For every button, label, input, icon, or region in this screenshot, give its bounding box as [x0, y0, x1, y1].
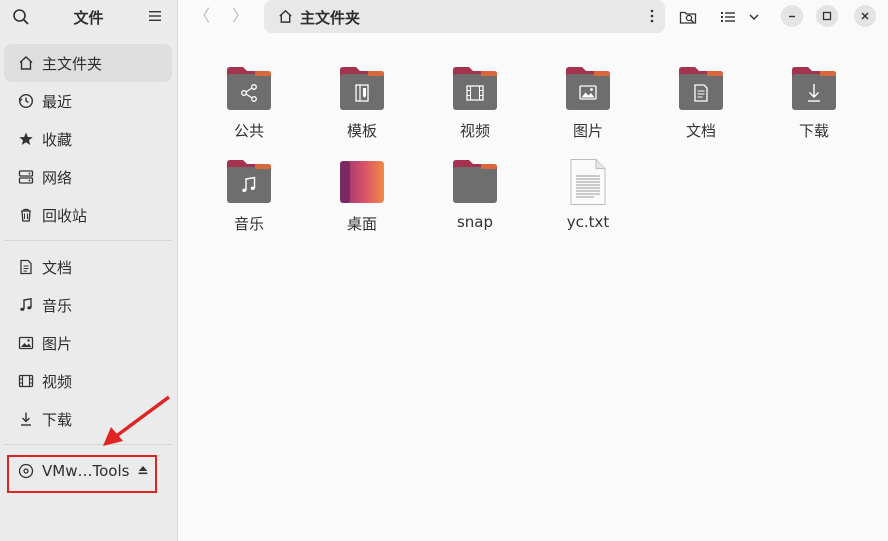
desktop-icon: [338, 159, 386, 205]
clock-icon: [18, 93, 34, 109]
sidebar-item-network[interactable]: 网络: [4, 158, 172, 196]
file-name: 桌面: [346, 215, 377, 233]
music-icon: [225, 159, 273, 205]
hamburger-menu-icon[interactable]: [148, 8, 162, 24]
star-icon: [18, 131, 34, 147]
sidebar-item-pictures[interactable]: 图片: [4, 324, 172, 362]
video-icon: [18, 373, 34, 389]
folder-desktop[interactable]: 桌面: [317, 159, 407, 234]
folder-downloads[interactable]: 下载: [769, 66, 859, 141]
forward-button[interactable]: 〉: [228, 5, 252, 29]
file-name: 下载: [798, 122, 829, 140]
minimize-icon: [789, 15, 795, 18]
download-icon: [790, 66, 838, 112]
search-folder-icon: [679, 11, 697, 24]
document-icon: [18, 259, 34, 275]
minimize-button[interactable]: [781, 5, 803, 27]
sidebar: 文件 主文件夹 最近 收藏 网络 回收站 文档 音乐 图片 视频 下载 VMw……: [0, 0, 178, 541]
file-name: 图片: [572, 122, 603, 140]
back-button[interactable]: 〈: [190, 5, 214, 29]
share-icon: [225, 66, 273, 112]
file-name: 模板: [346, 122, 377, 140]
header-bar: 〈 〉 主文件夹: [178, 0, 888, 34]
picture-icon: [18, 335, 34, 351]
music-icon: [18, 297, 34, 313]
folder-public[interactable]: 公共: [204, 66, 294, 141]
list-view-icon: [721, 12, 735, 22]
maximize-icon: [822, 11, 832, 21]
annotation-highlight-box: [7, 455, 157, 493]
template-icon: [338, 66, 386, 112]
list-view-button[interactable]: [715, 4, 741, 30]
file-name: yc.txt: [566, 213, 610, 231]
sidebar-divider: [4, 240, 172, 241]
home-icon: [279, 9, 292, 23]
folder-icon: [451, 159, 499, 205]
folder-pictures[interactable]: 图片: [543, 66, 633, 141]
sidebar-item-label: 下载: [42, 410, 73, 429]
sidebar-item-label: 网络: [42, 168, 73, 187]
folder-snap[interactable]: snap: [430, 159, 520, 231]
sidebar-item-music[interactable]: 音乐: [4, 286, 172, 324]
sidebar-header: 文件: [0, 0, 177, 34]
picture-icon: [564, 66, 612, 112]
more-options-icon[interactable]: [649, 8, 655, 24]
file-name: 视频: [459, 122, 490, 140]
sidebar-item-starred[interactable]: 收藏: [4, 120, 172, 158]
sidebar-item-label: 回收站: [42, 206, 88, 225]
file-name: 音乐: [233, 215, 264, 233]
sidebar-item-label: 主文件夹: [42, 54, 103, 73]
folder-music[interactable]: 音乐: [204, 159, 294, 234]
chevron-down-icon: [749, 14, 759, 21]
close-icon: [861, 12, 869, 20]
video-icon: [451, 66, 499, 112]
download-icon: [18, 411, 34, 427]
path-label: 主文件夹: [300, 9, 361, 27]
maximize-button[interactable]: [816, 5, 838, 27]
sidebar-item-documents[interactable]: 文档: [4, 248, 172, 286]
sidebar-item-label: 收藏: [42, 130, 73, 149]
file-name: snap: [456, 213, 494, 231]
folder-templates[interactable]: 模板: [317, 66, 407, 141]
folder-documents[interactable]: 文档: [656, 66, 746, 141]
sidebar-item-label: 最近: [42, 92, 73, 111]
file-name: 公共: [233, 122, 264, 140]
path-bar[interactable]: 主文件夹: [264, 0, 665, 33]
sidebar-item-label: 图片: [42, 334, 73, 353]
file-name: 文档: [685, 122, 716, 140]
close-button[interactable]: [854, 5, 876, 27]
sidebar-item-label: 音乐: [42, 296, 73, 315]
home-icon: [18, 55, 34, 71]
sidebar-item-recent[interactable]: 最近: [4, 82, 172, 120]
document-icon: [677, 66, 725, 112]
view-options-button[interactable]: [744, 4, 764, 30]
sidebar-item-trash[interactable]: 回收站: [4, 196, 172, 234]
file-yc-txt[interactable]: yc.txt: [543, 159, 633, 231]
network-icon: [18, 169, 34, 185]
sidebar-item-label: 文档: [42, 258, 73, 277]
text-file-icon: [564, 159, 612, 205]
sidebar-item-label: 视频: [42, 372, 73, 391]
sidebar-item-home[interactable]: 主文件夹: [4, 44, 172, 82]
search-files-button[interactable]: [675, 4, 701, 30]
annotation-arrow: [103, 395, 171, 446]
folder-videos[interactable]: 视频: [430, 66, 520, 141]
trash-icon: [18, 207, 34, 223]
